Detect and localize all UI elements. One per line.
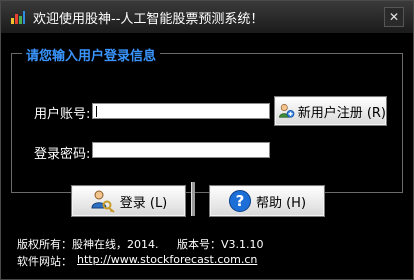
account-label: 用户账号: bbox=[34, 107, 91, 122]
users-key-icon bbox=[91, 190, 115, 213]
close-button[interactable]: ✕ bbox=[384, 7, 404, 27]
website-link[interactable]: http://www.stockforecast.com.cn bbox=[77, 253, 257, 266]
add-user-icon bbox=[279, 104, 295, 118]
login-info-group: 请您输入用户登录信息 用户账号: 新用户注册 (R) 登录密码: bbox=[11, 45, 403, 193]
login-window: 欢迎使用股神--人工智能股票预测系统！ ✕ 请您输入用户登录信息 用户账号: 新… bbox=[0, 0, 414, 280]
text-caret bbox=[96, 106, 97, 117]
help-button-label: 帮助 (H) bbox=[255, 195, 307, 211]
title-bar: 欢迎使用股神--人工智能股票预测系统！ ✕ bbox=[1, 1, 413, 33]
help-button[interactable]: ? 帮助 (H) bbox=[209, 185, 325, 217]
group-title: 请您输入用户登录信息 bbox=[22, 45, 161, 64]
login-button-label: 登录 (L) bbox=[119, 195, 168, 211]
window-content: 请您输入用户登录信息 用户账号: 新用户注册 (R) 登录密码: 登录 (L) … bbox=[1, 33, 413, 279]
bar-chart-icon bbox=[11, 11, 25, 24]
close-icon: ✕ bbox=[388, 10, 400, 24]
register-button[interactable]: 新用户注册 (R) bbox=[274, 96, 387, 126]
account-input[interactable] bbox=[92, 103, 270, 119]
copyright-text: 版权所有：股神在线，2014. bbox=[17, 238, 159, 251]
register-button-label: 新用户注册 (R) bbox=[297, 105, 386, 121]
button-divider bbox=[191, 182, 195, 216]
version-text: 版本号：V3.1.10 bbox=[177, 238, 264, 251]
window-title: 欢迎使用股神--人工智能股票预测系统！ bbox=[33, 12, 264, 27]
password-label: 登录密码: bbox=[34, 147, 91, 162]
question-mark-icon: ? bbox=[228, 190, 251, 212]
password-input[interactable] bbox=[92, 142, 270, 158]
svg-text:?: ? bbox=[236, 192, 245, 210]
website-label: 软件网站： bbox=[17, 255, 72, 268]
login-button[interactable]: 登录 (L) bbox=[71, 185, 186, 217]
